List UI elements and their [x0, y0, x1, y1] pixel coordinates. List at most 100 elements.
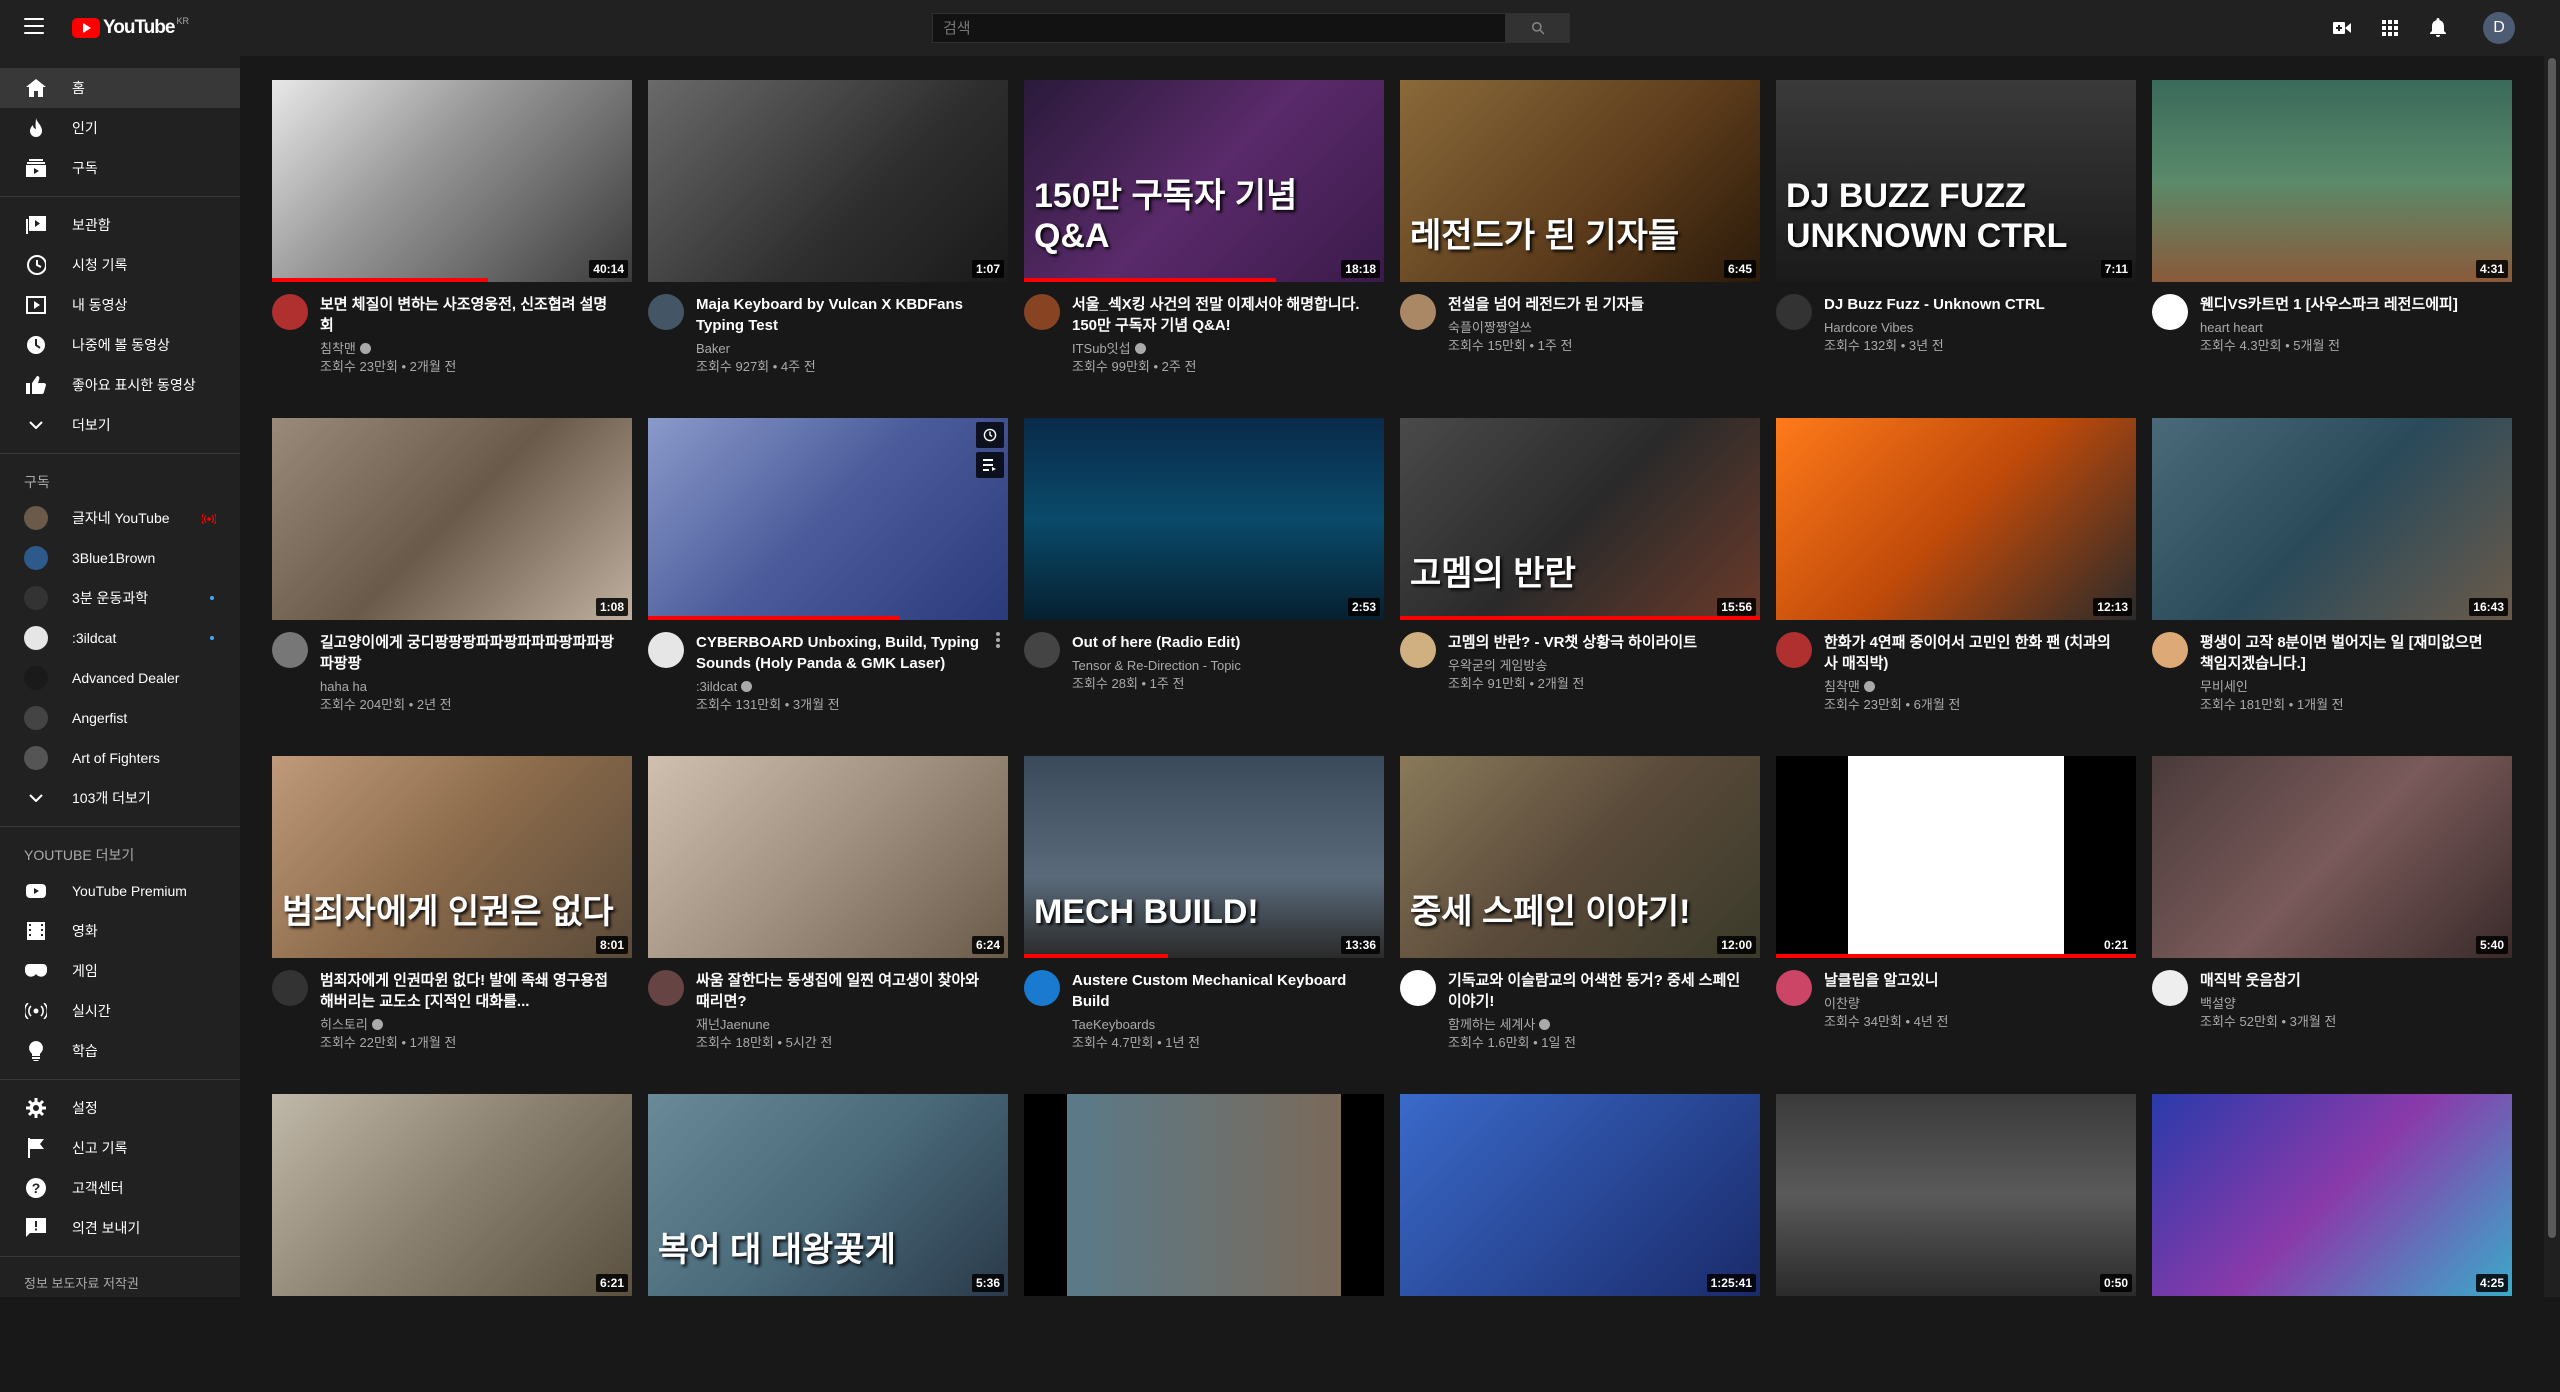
- video-thumbnail[interactable]: 레전드가 된 기자들 6:45: [1400, 80, 1760, 282]
- video-card[interactable]: 150만 구독자 기념 Q&A 18:18 서울_섹X킹 사건의 전말 이제서야 해…: [1024, 80, 1384, 378]
- sidebar-item-settings[interactable]: 설정: [0, 1088, 240, 1128]
- video-card[interactable]: 6:24 싸움 잘한다는 동생집에 일찐 여고생이 찾아와 때리면? 재넌Jaenu…: [648, 756, 1008, 1054]
- channel-avatar[interactable]: [2152, 294, 2188, 330]
- video-title[interactable]: 날클립을 알고있니: [1824, 970, 2124, 991]
- video-card[interactable]: [1024, 1094, 1384, 1392]
- video-title[interactable]: 보면 체질이 변하는 사조영웅전, 신조협려 설명회: [320, 294, 620, 336]
- channel-avatar[interactable]: [1024, 970, 1060, 1006]
- page-scrollbar[interactable]: [2544, 56, 2560, 1297]
- video-thumbnail[interactable]: 0:21: [1776, 756, 2136, 958]
- sidebar-item-help[interactable]: ? 고객센터: [0, 1168, 240, 1208]
- video-card[interactable]: 12:13 한화가 4연패 중이어서 고민인 한화 팬 (치과의사 매직박) 침착맨…: [1776, 418, 2136, 716]
- sidebar-item-liked-videos[interactable]: 좋아요 표시한 동영상: [0, 365, 240, 405]
- video-thumbnail[interactable]: DJ BUZZ FUZZ UNKNOWN CTRL 7:11: [1776, 80, 2136, 282]
- channel-avatar[interactable]: [2152, 632, 2188, 668]
- sidebar-item-youtube-premium[interactable]: YouTube Premium: [0, 871, 240, 911]
- video-card[interactable]: 1:07 Maja Keyboard by Vulcan X KBDFans Ty…: [648, 80, 1008, 378]
- sidebar-item-history[interactable]: 시청 기록: [0, 245, 240, 285]
- video-card[interactable]: 6:21: [272, 1094, 632, 1392]
- channel-name[interactable]: ITSub잇섭: [1072, 340, 1372, 358]
- channel-name[interactable]: 우왁굳의 게임방송: [1448, 657, 1748, 675]
- notifications-bell-icon[interactable]: [2426, 16, 2450, 40]
- sidebar-item-watch-later[interactable]: 나중에 볼 동영상: [0, 325, 240, 365]
- subscription-channel[interactable]: Art of Fighters: [0, 738, 240, 778]
- video-title[interactable]: Out of here (Radio Edit): [1072, 632, 1372, 653]
- channel-avatar[interactable]: [2152, 970, 2188, 1006]
- video-thumbnail[interactable]: 150만 구독자 기념 Q&A 18:18: [1024, 80, 1384, 282]
- video-card[interactable]: 0:21 날클립을 알고있니 이찬량 조회수 34만회 • 4년 전: [1776, 756, 2136, 1054]
- search-input[interactable]: [932, 13, 1506, 43]
- video-card[interactable]: 고멤의 반란 15:56 고멤의 반란? - VR챗 상황극 하이라이트 우왁굳의 게…: [1400, 418, 1760, 716]
- video-title[interactable]: 기독교와 이슬람교의 어색한 동거? 중세 스페인 이야기!: [1448, 970, 1748, 1012]
- channel-avatar[interactable]: [272, 632, 308, 668]
- channel-name[interactable]: 히스토리: [320, 1016, 620, 1034]
- channel-avatar[interactable]: [1024, 294, 1060, 330]
- channel-name[interactable]: 재넌Jaenune: [696, 1016, 996, 1034]
- video-card[interactable]: 복어 대 대왕꽃게 5:36: [648, 1094, 1008, 1392]
- channel-avatar[interactable]: [648, 970, 684, 1006]
- video-card[interactable]: 0:50: [1776, 1094, 2136, 1392]
- sidebar-item-learning[interactable]: 학습: [0, 1031, 240, 1071]
- sidebar-item-report-history[interactable]: 신고 기록: [0, 1128, 240, 1168]
- video-card[interactable]: 16:43 평생이 고작 8분이면 벌어지는 일 [재미없으면 책임지겠습니다.]…: [2152, 418, 2512, 716]
- channel-avatar[interactable]: [1776, 970, 1812, 1006]
- video-thumbnail[interactable]: 범죄자에게 인권은 없다 8:01: [272, 756, 632, 958]
- sidebar-item-gaming[interactable]: 게임: [0, 951, 240, 991]
- account-avatar[interactable]: D: [2483, 12, 2515, 44]
- youtube-logo[interactable]: YouTube KR: [72, 16, 189, 38]
- subscription-channel[interactable]: 3Blue1Brown: [0, 538, 240, 578]
- video-thumbnail[interactable]: 40:14: [272, 80, 632, 282]
- video-thumbnail[interactable]: 1:07: [648, 80, 1008, 282]
- video-thumbnail[interactable]: 0:50: [1776, 1094, 2136, 1296]
- sidebar-item-home[interactable]: 홈: [0, 68, 240, 108]
- sidebar-footer[interactable]: 정보 보도자료 저작권: [0, 1265, 240, 1297]
- video-title[interactable]: Maja Keyboard by Vulcan X KBDFans Typing…: [696, 294, 996, 336]
- sidebar-item-send-feedback[interactable]: 의견 보내기: [0, 1208, 240, 1248]
- channel-name[interactable]: 함께하는 세계사: [1448, 1016, 1748, 1034]
- sidebar-item-library[interactable]: 보관함: [0, 205, 240, 245]
- video-title[interactable]: 서울_섹X킹 사건의 전말 이제서야 해명합니다. 150만 구독자 기념 Q&…: [1072, 294, 1372, 336]
- video-thumbnail[interactable]: 1:25:41: [1400, 1094, 1760, 1296]
- video-card[interactable]: CYBERBOARD Unboxing, Build, Typing Sound…: [648, 418, 1008, 716]
- subscription-channel[interactable]: 글자네 YouTube: [0, 498, 240, 538]
- channel-avatar[interactable]: [648, 294, 684, 330]
- watch-later-icon[interactable]: [976, 422, 1004, 448]
- search-button[interactable]: [1506, 13, 1570, 43]
- more-vert-icon[interactable]: [996, 632, 1012, 656]
- video-thumbnail[interactable]: [1024, 1094, 1384, 1296]
- video-card[interactable]: 범죄자에게 인권은 없다 8:01 범죄자에게 인권따윈 없다! 발에 족쇄 영구용…: [272, 756, 632, 1054]
- channel-name[interactable]: 무비세인: [2200, 678, 2500, 696]
- video-thumbnail[interactable]: 1:08: [272, 418, 632, 620]
- subscription-channel[interactable]: 3분 운동과학: [0, 578, 240, 618]
- channel-name[interactable]: 침착맨: [320, 340, 620, 358]
- video-card[interactable]: MECH BUILD! 13:36 Austere Custom Mechanica…: [1024, 756, 1384, 1054]
- video-card[interactable]: 1:25:41: [1400, 1094, 1760, 1392]
- video-card[interactable]: 4:31 웬디VS카트먼 1 [사우스파크 레전드에피] heart heart 조회…: [2152, 80, 2512, 378]
- channel-name[interactable]: Baker: [696, 340, 996, 358]
- channel-name[interactable]: 백설양: [2200, 995, 2500, 1013]
- subscription-channel[interactable]: Advanced Dealer: [0, 658, 240, 698]
- video-title[interactable]: 웬디VS카트먼 1 [사우스파크 레전드에피]: [2200, 294, 2500, 315]
- scrollbar-thumb[interactable]: [2548, 58, 2556, 1238]
- sidebar-item-subscriptions[interactable]: 구독: [0, 148, 240, 188]
- channel-name[interactable]: :3ildcat: [696, 678, 996, 696]
- video-title[interactable]: Austere Custom Mechanical Keyboard Build: [1072, 970, 1372, 1012]
- channel-avatar[interactable]: [1400, 294, 1436, 330]
- video-title[interactable]: 평생이 고작 8분이면 벌어지는 일 [재미없으면 책임지겠습니다.]: [2200, 632, 2500, 674]
- video-thumbnail[interactable]: 4:25: [2152, 1094, 2512, 1296]
- channel-avatar[interactable]: [1776, 632, 1812, 668]
- subscription-channel[interactable]: :3ildcat: [0, 618, 240, 658]
- sidebar-item-show-more[interactable]: 더보기: [0, 405, 240, 445]
- channel-name[interactable]: 숙플이짱짱얼쓰: [1448, 319, 1748, 337]
- channel-name[interactable]: 침착맨: [1824, 678, 2124, 696]
- channel-name[interactable]: 이찬량: [1824, 995, 2124, 1013]
- channel-avatar[interactable]: [272, 970, 308, 1006]
- subscription-channel[interactable]: Angerfist: [0, 698, 240, 738]
- channel-name[interactable]: Tensor & Re-Direction - Topic: [1072, 657, 1372, 675]
- video-card[interactable]: 2:53 Out of here (Radio Edit) Tensor & Re-…: [1024, 418, 1384, 716]
- video-title[interactable]: CYBERBOARD Unboxing, Build, Typing Sound…: [696, 632, 996, 674]
- sidebar-item-live[interactable]: 실시간: [0, 991, 240, 1031]
- channel-name[interactable]: Hardcore Vibes: [1824, 319, 2124, 337]
- video-title[interactable]: DJ Buzz Fuzz - Unknown CTRL: [1824, 294, 2124, 315]
- channel-name[interactable]: heart heart: [2200, 319, 2500, 337]
